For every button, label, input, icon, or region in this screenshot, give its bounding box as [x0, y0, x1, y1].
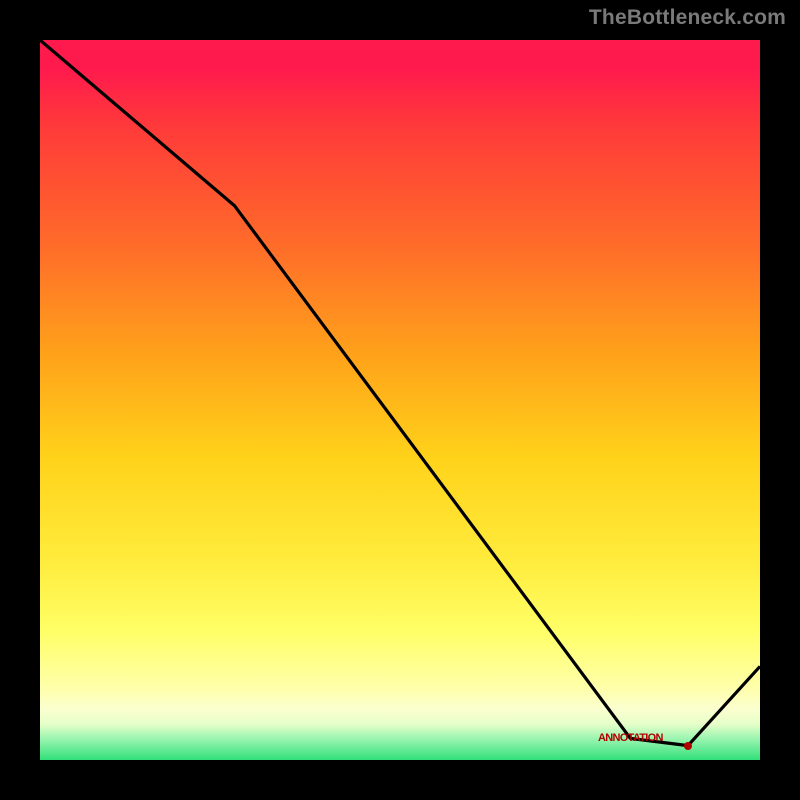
watermark-text: TheBottleneck.com [589, 6, 786, 30]
line-svg [40, 40, 760, 760]
annotation-label: ANNOTATION [598, 732, 663, 744]
plot-area: ANNOTATION [40, 40, 760, 760]
annotation-dot [684, 742, 692, 750]
chart-frame: TheBottleneck.com ANNOTATION [0, 0, 800, 800]
bottleneck-line [40, 40, 760, 746]
